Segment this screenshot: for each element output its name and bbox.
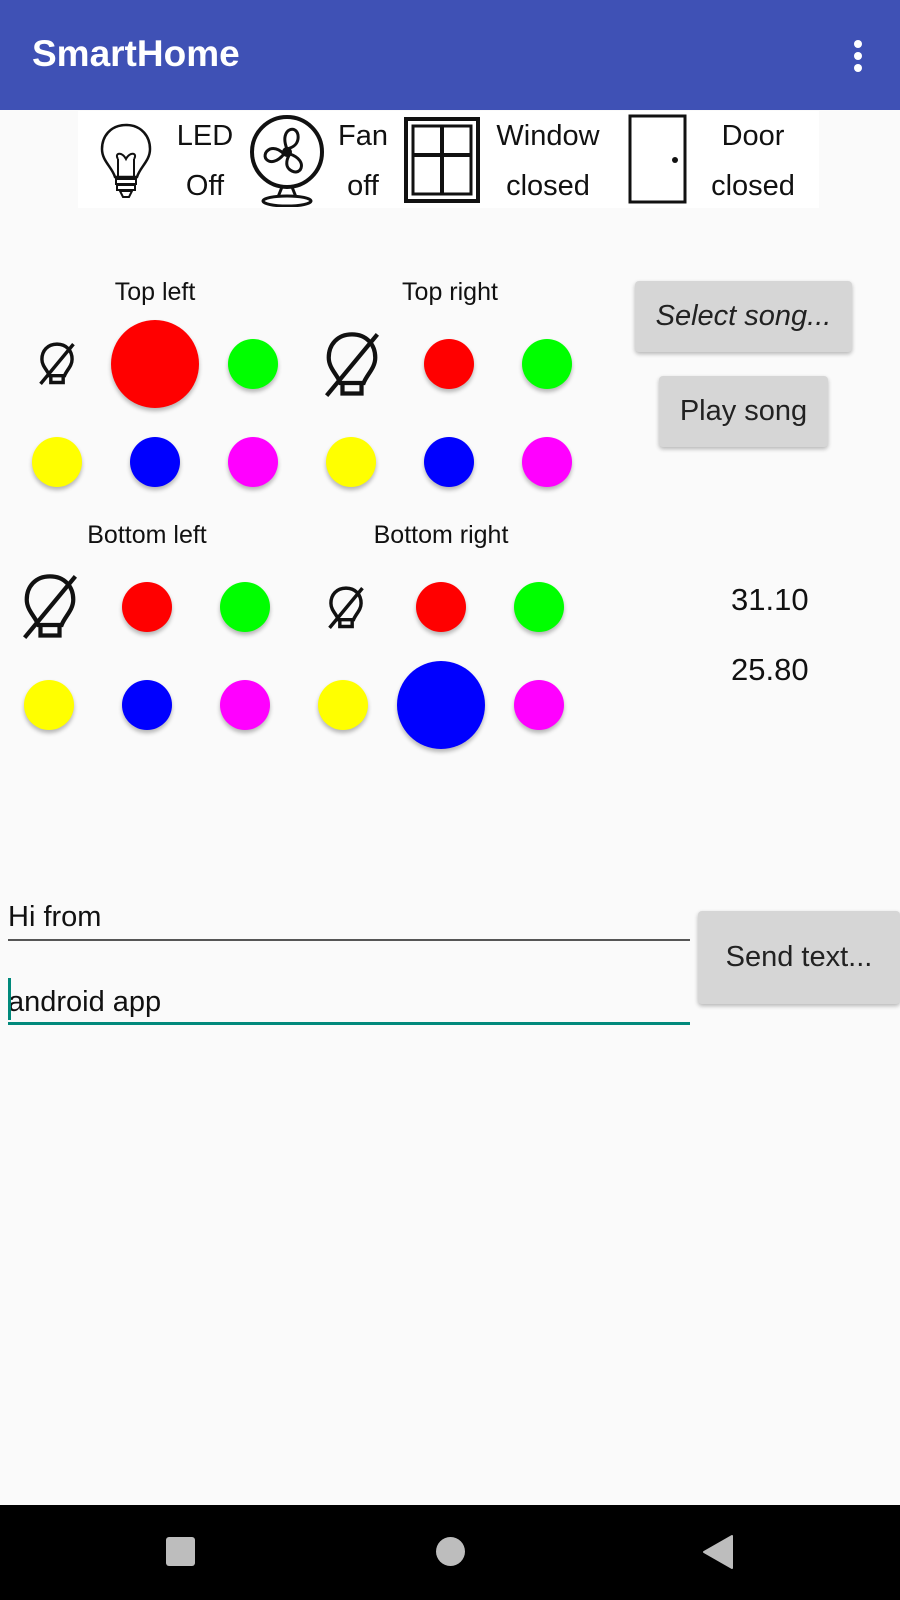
select-song-button[interactable]: Select song... <box>635 281 852 352</box>
color-dot-bottom-left-yellow[interactable] <box>24 680 74 730</box>
color-dot-bottom-right-green[interactable] <box>514 582 564 632</box>
color-dot-bottom-left-blue[interactable] <box>122 680 172 730</box>
color-dot-top-right-yellow[interactable] <box>326 437 376 487</box>
lightbulb-icon <box>100 123 152 198</box>
fan-icon <box>250 115 324 207</box>
led-state: Off <box>185 170 225 202</box>
triangle-back-icon[interactable] <box>702 1534 734 1570</box>
window-label: Window <box>496 120 600 152</box>
send-text-button[interactable]: Send text... <box>698 911 900 1004</box>
color-dot-top-left-red[interactable] <box>111 320 199 408</box>
color-dot-bottom-left-green[interactable] <box>220 582 270 632</box>
color-dot-bottom-right-yellow[interactable] <box>318 680 368 730</box>
color-dot-bottom-right-magenta[interactable] <box>514 680 564 730</box>
color-dot-top-left-green[interactable] <box>228 339 278 389</box>
door-state: closed <box>711 170 795 202</box>
light-off-icon[interactable] <box>36 340 78 388</box>
color-dot-top-right-blue[interactable] <box>424 437 474 487</box>
app-bar: SmartHome <box>0 0 900 110</box>
message-line2-underline <box>8 1022 690 1025</box>
system-nav-bar <box>0 1505 900 1600</box>
color-dot-bottom-right-red[interactable] <box>416 582 466 632</box>
app-title: SmartHome <box>32 33 240 74</box>
color-dot-top-left-blue[interactable] <box>130 437 180 487</box>
color-dot-bottom-right-blue[interactable] <box>397 661 485 749</box>
message-line1-field[interactable] <box>8 897 690 937</box>
color-dot-top-right-red[interactable] <box>424 339 474 389</box>
door-label: Door <box>721 120 785 152</box>
message-line1-underline <box>8 939 690 941</box>
color-dot-top-right-magenta[interactable] <box>522 437 572 487</box>
color-dot-bottom-left-magenta[interactable] <box>220 680 270 730</box>
color-dot-bottom-left-red[interactable] <box>122 582 172 632</box>
window-state: closed <box>506 170 590 202</box>
color-dot-top-left-yellow[interactable] <box>32 437 82 487</box>
door-icon <box>628 114 687 204</box>
fan-state: off <box>347 170 379 202</box>
color-dot-top-right-green[interactable] <box>522 339 572 389</box>
light-off-icon[interactable] <box>318 328 386 402</box>
humidity-value: 31.10 <box>731 582 809 617</box>
circle-home-icon[interactable] <box>436 1537 465 1566</box>
more-vert-icon[interactable] <box>836 34 880 78</box>
fan-label: Fan <box>338 120 388 152</box>
temperature-value: 25.80 <box>731 652 809 687</box>
text-cursor <box>8 978 11 1020</box>
color-dot-top-left-magenta[interactable] <box>228 437 278 487</box>
square-recents-icon[interactable] <box>166 1537 195 1566</box>
zone-label-bottom-right: Bottom right <box>373 521 509 549</box>
message-line2-field[interactable] <box>8 982 690 1022</box>
light-off-icon[interactable] <box>16 570 84 644</box>
play-song-button[interactable]: Play song <box>659 376 828 447</box>
zone-label-top-right: Top right <box>402 278 498 306</box>
device-status-strip: LED Off Fan off Window closed Door close… <box>78 111 819 208</box>
zone-label-bottom-left: Bottom left <box>87 521 207 549</box>
zone-label-top-left: Top left <box>114 278 196 306</box>
led-label: LED <box>176 120 234 152</box>
window-icon <box>404 117 480 203</box>
light-off-icon[interactable] <box>325 584 367 632</box>
